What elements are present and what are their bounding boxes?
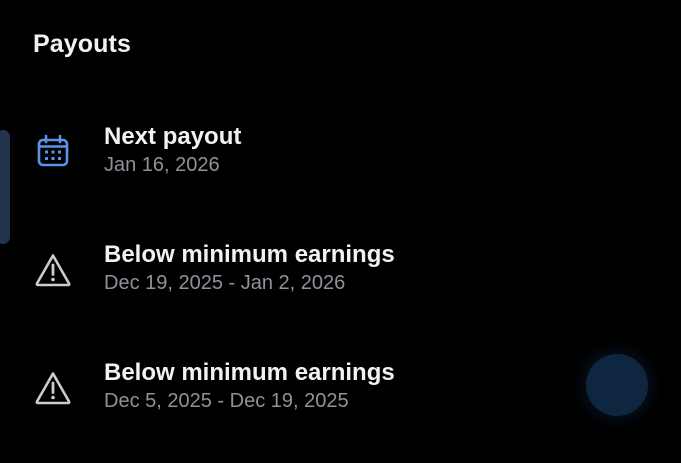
list-item-title: Below minimum earnings	[104, 359, 395, 386]
list-item-title: Next payout	[104, 123, 242, 150]
page-title: Payouts	[33, 30, 131, 58]
calendar-icon	[36, 134, 72, 170]
list-item-date-range: Dec 19, 2025 - Jan 2, 2026	[104, 272, 346, 294]
list-item-date: Jan 16, 2026	[104, 154, 220, 176]
warning-icon	[34, 252, 71, 288]
list-item-below-minimum[interactable]: Below minimum earnings Dec 5, 2025 - Dec…	[0, 346, 681, 446]
floating-action-button[interactable]	[586, 354, 648, 416]
payouts-screen: Payouts Next payout Jan 16, 2026 Below m…	[0, 0, 681, 463]
warning-icon	[34, 370, 71, 406]
list-item-date-range: Dec 5, 2025 - Dec 19, 2025	[104, 390, 349, 412]
list-item-next-payout[interactable]: Next payout Jan 16, 2026	[0, 110, 681, 210]
list-item-below-minimum[interactable]: Below minimum earnings Dec 19, 2025 - Ja…	[0, 228, 681, 328]
list-item-title: Below minimum earnings	[104, 241, 395, 268]
